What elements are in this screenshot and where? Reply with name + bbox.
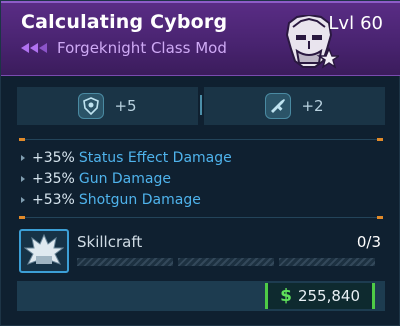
effect-amount: +35% bbox=[32, 149, 75, 166]
price-tag: $ 255,840 bbox=[265, 283, 375, 309]
effect-name: Status Effect Damage bbox=[78, 149, 232, 166]
spiked-crown-icon bbox=[19, 229, 69, 273]
skill-count: 0/3 bbox=[356, 233, 381, 251]
stat-box-2: +2 bbox=[204, 87, 385, 125]
rarity-chevrons-icon bbox=[21, 43, 47, 53]
separator-top bbox=[19, 138, 383, 141]
skill-progress bbox=[77, 258, 375, 266]
price-footer: $ 255,840 bbox=[17, 281, 385, 311]
skill-bar-3 bbox=[279, 258, 375, 266]
stat-value-2: +2 bbox=[301, 97, 324, 115]
effect-name: Gun Damage bbox=[78, 170, 171, 187]
weapon-badge-icon bbox=[265, 93, 292, 119]
effect-amount: +53% bbox=[32, 191, 75, 208]
stat-value-1: +5 bbox=[114, 97, 137, 115]
item-name: Calculating Cyborg bbox=[21, 11, 228, 33]
shield-badge-icon bbox=[78, 93, 105, 119]
skill-bar-2 bbox=[178, 258, 274, 266]
item-card: Calculating Cyborg Forgeknight Class Mod… bbox=[0, 0, 400, 326]
stat-box-1: +5 bbox=[17, 87, 198, 125]
level-value: 60 bbox=[360, 13, 383, 34]
bullet-icon bbox=[21, 154, 25, 161]
item-level: Lvl 60 bbox=[328, 13, 383, 34]
skill-name: Skillcraft bbox=[77, 233, 143, 251]
level-label: Lvl bbox=[328, 13, 355, 34]
separator-bottom bbox=[19, 216, 383, 219]
stat-divider bbox=[200, 95, 202, 115]
item-type-row: Forgeknight Class Mod bbox=[21, 39, 227, 57]
effect-item: +53% Shotgun Damage bbox=[21, 189, 232, 210]
currency-icon: $ bbox=[280, 286, 292, 306]
effect-item: +35% Status Effect Damage bbox=[21, 147, 232, 168]
effects-list: +35% Status Effect Damage +35% Gun Damag… bbox=[21, 147, 232, 210]
effect-item: +35% Gun Damage bbox=[21, 168, 232, 189]
item-header: Calculating Cyborg Forgeknight Class Mod… bbox=[1, 1, 400, 76]
bullet-icon bbox=[21, 175, 25, 182]
effect-amount: +35% bbox=[32, 170, 75, 187]
item-type: Forgeknight Class Mod bbox=[57, 39, 227, 57]
skillcraft-row: Skillcraft 0/3 bbox=[17, 227, 385, 275]
effect-name: Shotgun Damage bbox=[78, 191, 201, 208]
price-value: 255,840 bbox=[297, 287, 360, 305]
skill-bar-1 bbox=[77, 258, 173, 266]
bullet-icon bbox=[21, 196, 25, 203]
